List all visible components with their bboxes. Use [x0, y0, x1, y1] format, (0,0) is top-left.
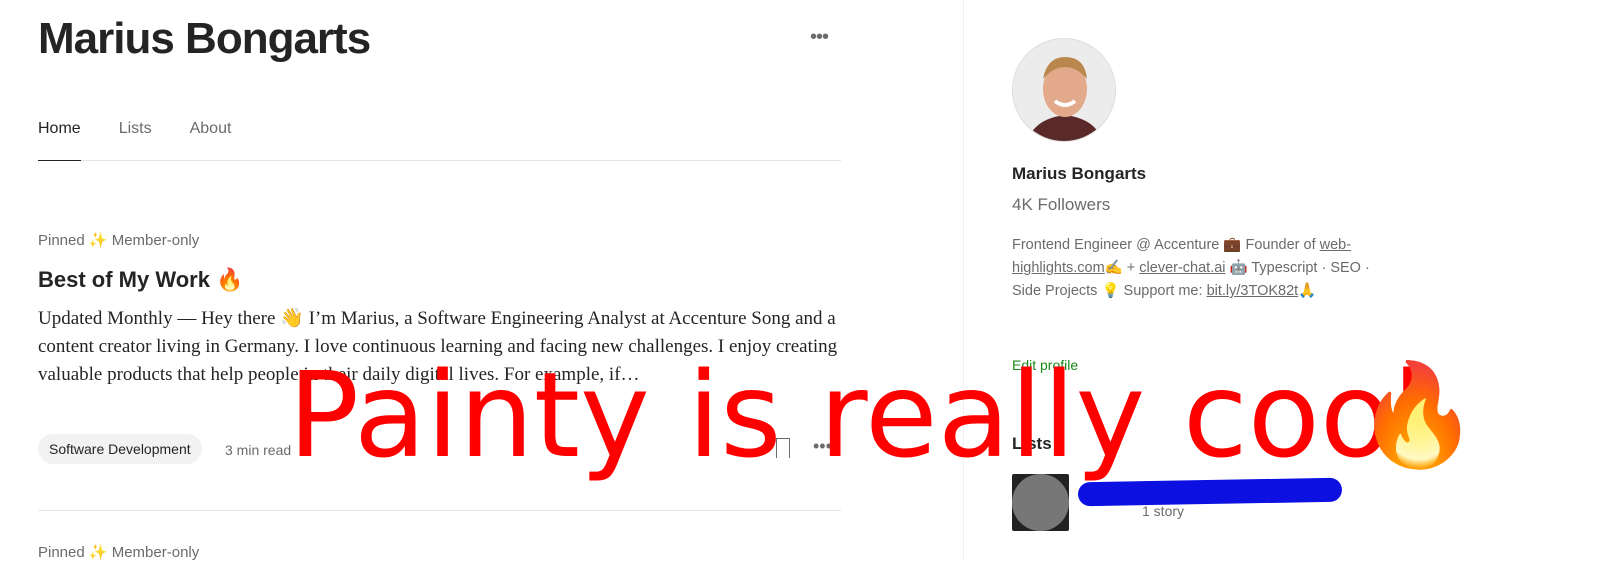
bio-link[interactable]: bit.ly/3TOK82t: [1207, 283, 1299, 299]
tab-lists[interactable]: Lists: [119, 120, 152, 161]
follower-count[interactable]: 4K Followers: [1012, 195, 1110, 215]
overlay-text: Painty is really cool: [288, 346, 1425, 484]
bio-text: 🙏: [1298, 283, 1317, 299]
profile-tabs: Home Lists About: [38, 120, 841, 161]
bio-link[interactable]: clever-chat.ai: [1139, 260, 1225, 276]
divider: [38, 510, 841, 511]
bio-text: Frontend Engineer @ Accenture 💼 Founder …: [1012, 237, 1320, 253]
ellipsis-icon[interactable]: •••: [810, 26, 829, 49]
read-time: 3 min read: [225, 442, 292, 458]
avatar[interactable]: [1012, 38, 1116, 142]
author-bio: Frontend Engineer @ Accenture 💼 Founder …: [1012, 234, 1372, 303]
post-meta: Pinned ✨ Member-only: [38, 232, 200, 249]
post-meta: Pinned ✨ Member-only: [38, 544, 200, 561]
page-title: Marius Bongarts: [38, 14, 371, 63]
tag-chip[interactable]: Software Development: [38, 434, 202, 464]
author-name[interactable]: Marius Bongarts: [1012, 164, 1146, 184]
tab-home[interactable]: Home: [38, 120, 81, 161]
post-title[interactable]: Best of My Work 🔥: [38, 267, 243, 293]
fire-icon: 🔥: [1355, 359, 1480, 471]
list-story-count: 1 story: [1142, 503, 1185, 519]
bio-text: ✍️ +: [1104, 260, 1140, 276]
tab-about[interactable]: About: [190, 120, 232, 161]
